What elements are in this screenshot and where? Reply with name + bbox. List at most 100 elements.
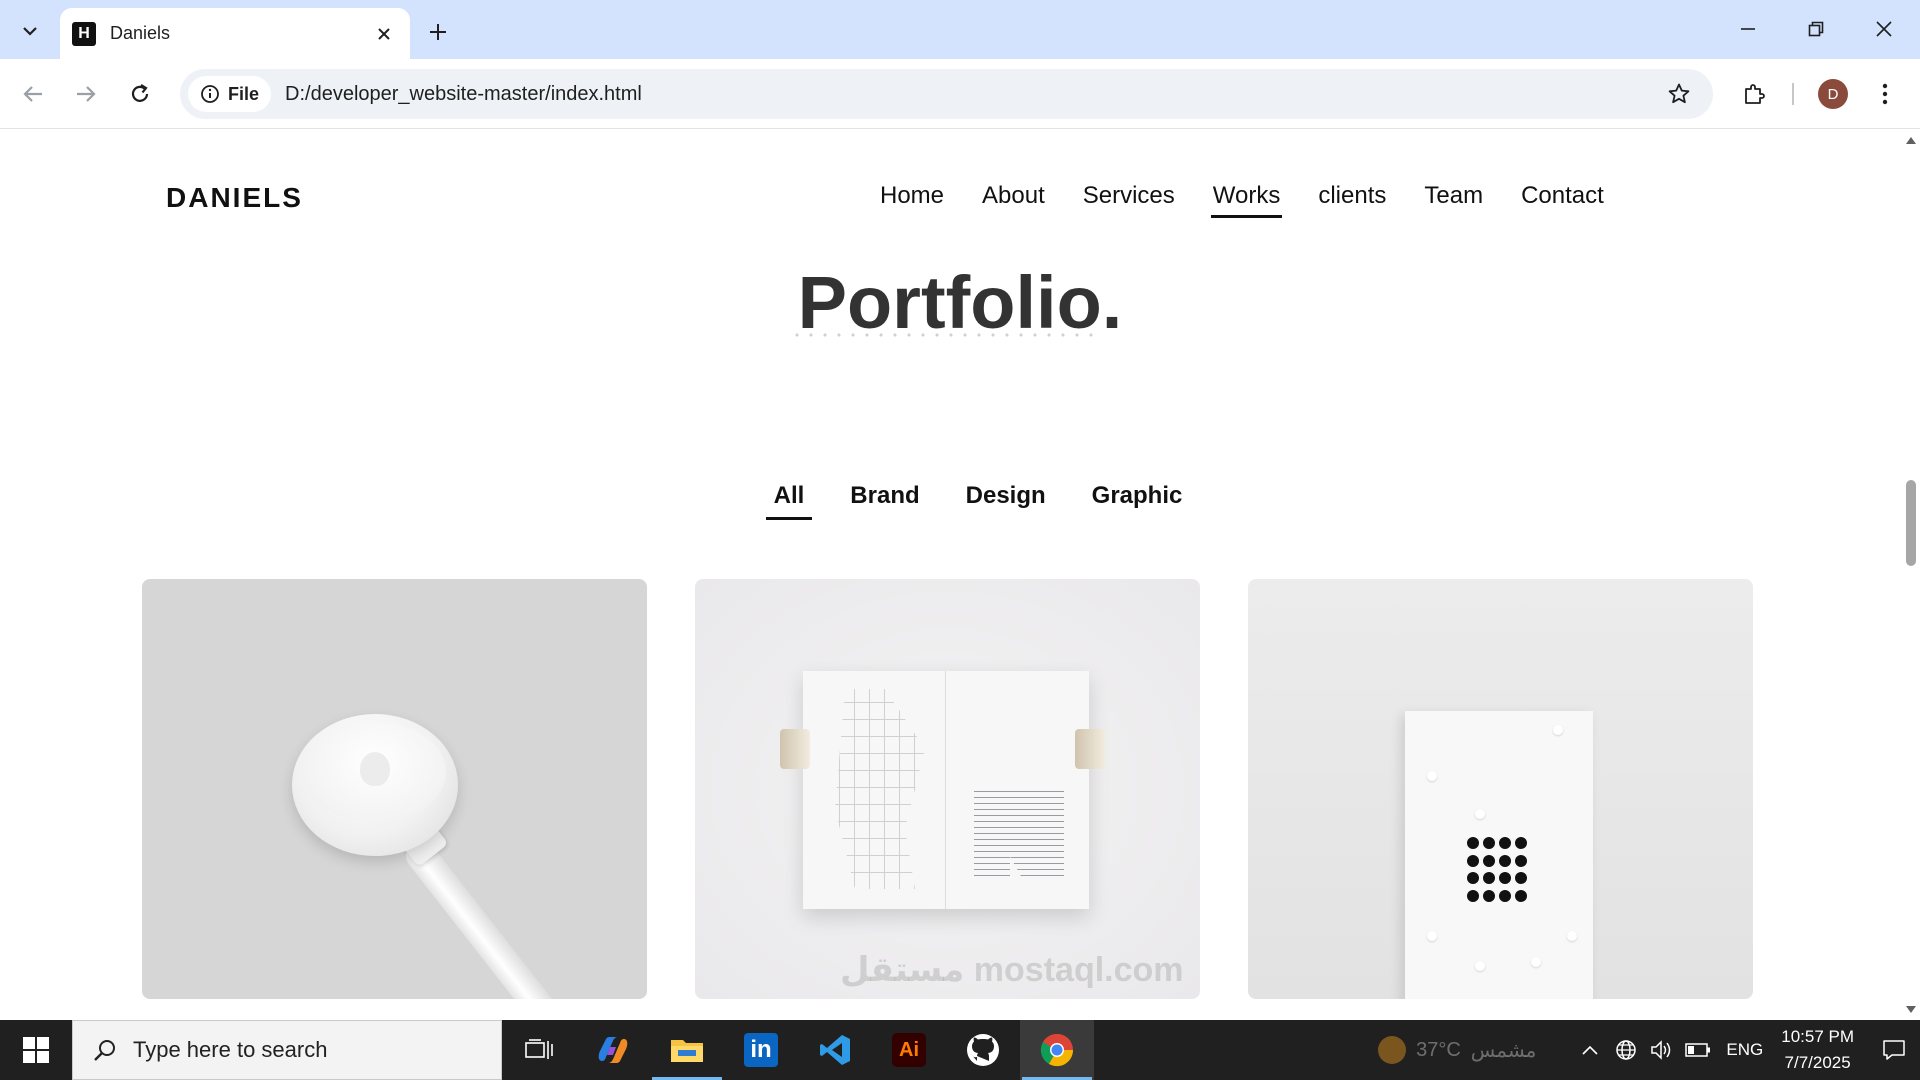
profile-avatar[interactable]: D [1818,79,1848,109]
speaker-icon [1651,1040,1671,1060]
language-indicator[interactable]: ENG [1726,1040,1763,1060]
charger-puck-shape [292,714,458,856]
business-card-shape [1405,711,1593,999]
browser-toolbar: File D:/developer_website-master/index.h… [0,59,1920,129]
portfolio-item-card[interactable] [1248,579,1753,999]
bookmark-button[interactable] [1659,74,1699,114]
close-icon [1876,21,1892,37]
weather-widget[interactable]: 37°C مشمس [1378,1036,1536,1064]
toolbar-separator [1792,83,1794,105]
nav-about[interactable]: About [982,182,1045,218]
forward-button[interactable] [66,74,106,114]
start-button[interactable] [0,1020,72,1080]
dot-grid-logo [1467,837,1531,903]
browser-menu-button[interactable] [1867,74,1903,114]
task-view-icon [525,1039,553,1059]
illustrator-icon: Ai [892,1033,926,1067]
title-dotted-underline [790,333,1102,337]
scrollbar-thumb[interactable] [1906,480,1916,566]
page-scrollbar[interactable] [1902,130,1920,1020]
scroll-down-arrow[interactable] [1905,1004,1917,1016]
taskbar-search-placeholder: Type here to search [133,1037,328,1062]
reload-button[interactable] [120,74,160,114]
linkedin-icon: in [744,1033,778,1067]
clock[interactable]: 10:57 PM 7/7/2025 [1781,1024,1854,1076]
illustrator-app[interactable]: Ai [872,1020,946,1080]
map-illustration [835,689,925,889]
favicon-icon: H [72,21,96,46]
filter-design[interactable]: Design [958,482,1054,520]
file-explorer-app[interactable] [650,1020,724,1080]
tab-search-button[interactable] [10,11,50,51]
search-icon [94,1040,115,1061]
window-close-button[interactable] [1860,8,1908,50]
nav-works[interactable]: Works [1210,182,1282,218]
back-button[interactable] [13,74,53,114]
tab-title: Daniels [110,23,171,43]
restore-icon [1808,21,1824,37]
portfolio-item-charger[interactable] [142,579,647,999]
filter-graphic[interactable]: Graphic [1084,482,1191,520]
info-icon [201,85,219,103]
url-text[interactable]: D:/developer_website-master/index.html [285,83,1659,106]
notification-icon [1883,1040,1905,1060]
filter-all[interactable]: All [765,482,813,520]
filter-brand[interactable]: Brand [842,482,927,520]
site-info-chip[interactable]: File [188,76,272,112]
portfolio-item-book[interactable] [695,579,1200,999]
nav-home[interactable]: Home [880,182,944,218]
list-illustration [974,791,1064,881]
extensions-button[interactable] [1734,74,1774,114]
vscode-app[interactable] [798,1020,872,1080]
copilot-app[interactable] [576,1020,650,1080]
copilot-icon [598,1037,628,1063]
open-book-shape [803,671,1089,909]
new-tab-button[interactable] [420,14,456,50]
nav-team[interactable]: Team [1424,182,1483,218]
more-vertical-icon [1882,83,1888,105]
address-bar[interactable]: File D:/developer_website-master/index.h… [180,69,1713,119]
taskbar: Type here to search in Ai 37°C مشمس ENG … [0,1020,1920,1080]
battery-button[interactable] [1680,1020,1716,1080]
site-logo[interactable]: DANIELS [166,182,303,214]
nav-services[interactable]: Services [1083,182,1175,218]
star-icon [1668,83,1690,104]
folder-icon [671,1040,703,1062]
tab-close-button[interactable] [370,20,398,48]
watermark-text: مستقل mostaql.com [840,951,1184,989]
chevron-down-icon [23,27,37,36]
site-chip-label: File [228,83,260,104]
globe-icon [1616,1040,1637,1060]
arrow-right-icon [77,86,96,102]
taskbar-search[interactable]: Type here to search [72,1020,502,1080]
network-button[interactable] [1608,1020,1644,1080]
github-icon [967,1034,999,1066]
scroll-up-arrow[interactable] [1905,134,1917,146]
reload-icon [131,84,149,102]
triangle-up-icon [1906,137,1916,144]
nav-contact[interactable]: Contact [1521,182,1604,218]
minimize-button[interactable] [1724,8,1772,50]
close-icon [378,27,390,40]
browser-tab[interactable]: H Daniels [60,8,410,59]
chevron-up-icon [1582,1045,1598,1055]
chrome-app[interactable] [1020,1020,1094,1080]
github-app[interactable] [946,1020,1020,1080]
weather-temp: 37°C [1416,1038,1461,1061]
windows-logo-icon [23,1037,49,1063]
nav-clients[interactable]: clients [1318,182,1386,218]
restore-button[interactable] [1792,8,1840,50]
page-viewport: DANIELS Home About Services Works client… [0,130,1920,1020]
linkedin-app[interactable]: in [724,1020,798,1080]
weather-desc: مشمس [1470,1039,1537,1062]
task-view-button[interactable] [502,1020,576,1080]
site-nav: Home About Services Works clients Team C… [880,182,1604,218]
portfolio-filters: All Brand Design Graphic [18,482,1920,520]
tab-strip: H Daniels [0,0,1920,59]
sun-icon [1378,1036,1407,1064]
puzzle-icon [1745,84,1765,104]
show-hidden-icons-button[interactable] [1572,1020,1608,1080]
notifications-button[interactable] [1868,1020,1920,1080]
volume-button[interactable] [1644,1020,1680,1080]
chrome-icon [1040,1033,1074,1067]
